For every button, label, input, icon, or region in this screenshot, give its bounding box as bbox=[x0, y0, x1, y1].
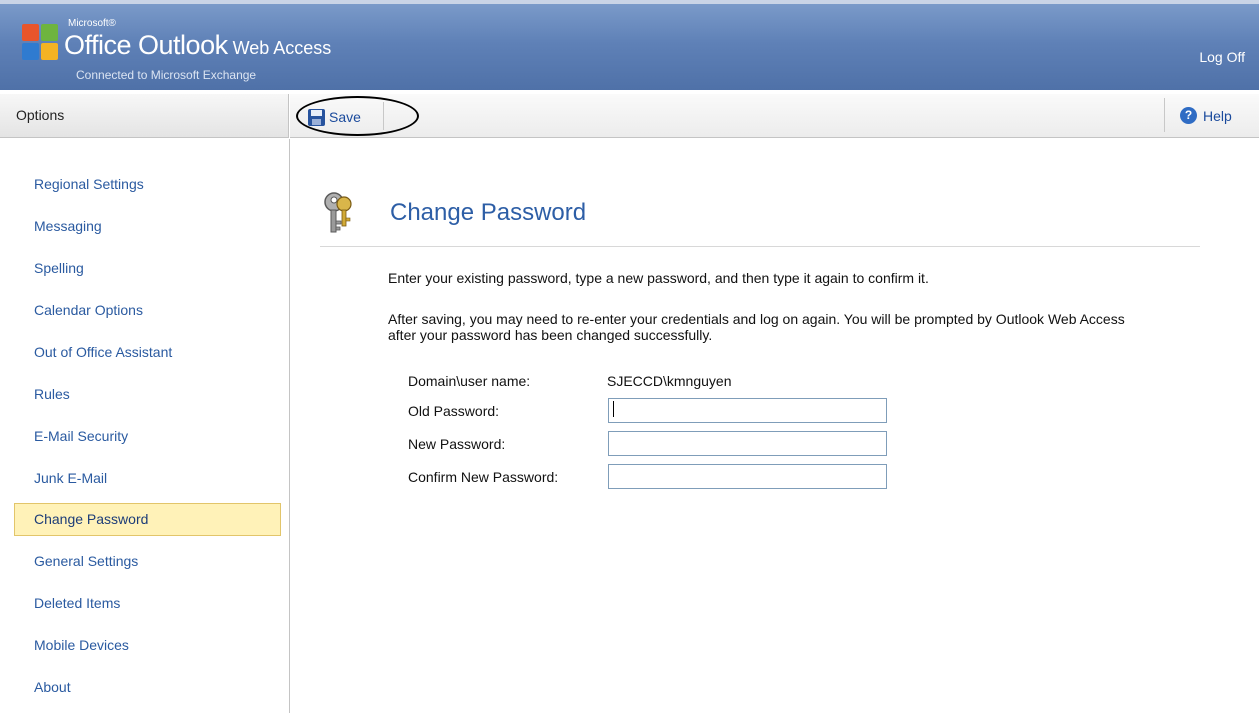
brand-subtitle: Connected to Microsoft Exchange bbox=[76, 68, 257, 82]
sidebar-item-mobile-devices[interactable]: Mobile Devices bbox=[14, 629, 281, 662]
old-password-label: Old Password: bbox=[408, 403, 500, 419]
main-content: Change Password Enter your existing pass… bbox=[290, 139, 1259, 713]
sidebar-item-spelling[interactable]: Spelling bbox=[14, 252, 281, 285]
options-sidebar: Regional Settings Messaging Spelling Cal… bbox=[0, 139, 290, 713]
old-password-field[interactable] bbox=[608, 398, 887, 423]
toolbar-separator bbox=[1164, 98, 1165, 132]
help-button[interactable]: ? Help bbox=[1180, 107, 1232, 124]
sidebar-item-general-settings[interactable]: General Settings bbox=[14, 545, 281, 578]
sidebar-item-change-password[interactable]: Change Password bbox=[14, 503, 281, 536]
domain-user-value: SJECCD\kmnguyen bbox=[607, 373, 732, 389]
domain-user-label: Domain\user name: bbox=[408, 373, 531, 389]
log-off-link[interactable]: Log Off bbox=[1199, 49, 1245, 65]
office-logo-icon bbox=[22, 24, 60, 64]
help-button-label: Help bbox=[1203, 107, 1232, 124]
brand-small-text: Microsoft® bbox=[68, 18, 116, 29]
sidebar-item-email-security[interactable]: E-Mail Security bbox=[14, 420, 281, 453]
sidebar-item-about[interactable]: About bbox=[14, 671, 281, 704]
brand-title-suffix: Web Access bbox=[227, 38, 332, 58]
new-password-field[interactable] bbox=[608, 431, 887, 456]
sidebar-item-rules[interactable]: Rules bbox=[14, 378, 281, 411]
options-bar: Options bbox=[0, 94, 289, 138]
toolbar: Save ? Help bbox=[290, 94, 1259, 138]
title-divider bbox=[320, 246, 1200, 247]
confirm-password-field[interactable] bbox=[608, 464, 887, 489]
confirm-password-label: Confirm New Password: bbox=[408, 469, 559, 485]
question-circle-icon: ? bbox=[1180, 107, 1197, 124]
instruction-text: Enter your existing password, type a new… bbox=[388, 270, 929, 286]
sidebar-item-junk-email[interactable]: Junk E-Mail bbox=[14, 462, 281, 495]
sidebar-item-messaging[interactable]: Messaging bbox=[14, 210, 281, 243]
highlight-oval bbox=[296, 96, 419, 136]
keys-icon bbox=[324, 192, 352, 233]
sidebar-item-calendar-options[interactable]: Calendar Options bbox=[14, 294, 281, 327]
note-text: After saving, you may need to re-enter y… bbox=[388, 311, 1125, 343]
sidebar-item-out-of-office[interactable]: Out of Office Assistant bbox=[14, 336, 281, 369]
brand-title: Office Outlook Web Access bbox=[64, 30, 331, 61]
text-cursor bbox=[613, 401, 614, 417]
sidebar-item-deleted-items[interactable]: Deleted Items bbox=[14, 587, 281, 620]
page-title: Change Password bbox=[390, 199, 587, 226]
brand-title-main: Office Outlook bbox=[64, 30, 228, 60]
app-header: Microsoft® Office Outlook Web Access Con… bbox=[0, 0, 1259, 90]
new-password-label: New Password: bbox=[408, 436, 506, 452]
sidebar-item-regional-settings[interactable]: Regional Settings bbox=[14, 168, 281, 201]
options-label: Options bbox=[16, 107, 65, 123]
